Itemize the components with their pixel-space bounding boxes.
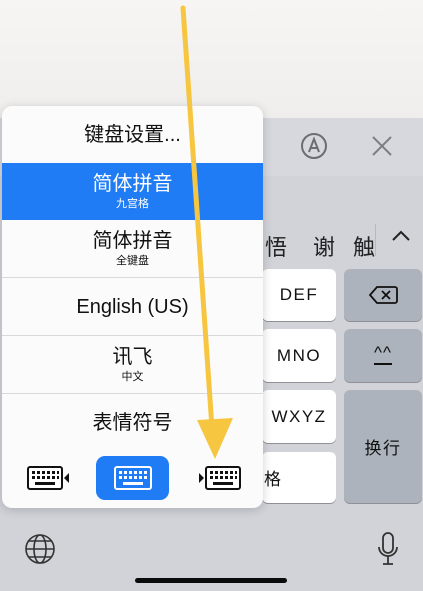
candidate-1[interactable]: 悟: [265, 230, 287, 262]
a-circle-icon[interactable]: [300, 132, 328, 167]
menu-item-xunfei[interactable]: 讯飞 中文: [2, 336, 263, 393]
keyboard-full-button[interactable]: [96, 456, 169, 500]
microphone-icon[interactable]: [376, 531, 400, 572]
menu-item-english[interactable]: English (US): [2, 278, 263, 335]
key-ge[interactable]: 格: [262, 452, 336, 503]
key-mno-label: MNO: [276, 345, 322, 365]
menu-item-pinyin-9key[interactable]: 简体拼音 九宫格: [2, 163, 263, 220]
menu-settings-label: 键盘设置...: [84, 123, 181, 146]
enter-key-label: 换行: [364, 439, 402, 458]
menu-pinyin-full-label: 简体拼音: [92, 230, 173, 252]
key-smiley-label: ^^: [374, 343, 392, 363]
menu-pinyin-9-sub: 九宫格: [116, 198, 149, 210]
key-wxyz-label: WXYZ: [271, 406, 327, 426]
menu-item-emoji[interactable]: 表情符号: [2, 394, 263, 451]
key-wxyz[interactable]: WXYZ: [262, 390, 336, 443]
keyboard-left-icon: [27, 466, 69, 490]
menu-english-label: English (US): [76, 295, 189, 318]
menu-pinyin-full-sub: 全键盘: [116, 255, 149, 267]
globe-icon[interactable]: [24, 533, 56, 570]
delete-icon: [368, 286, 398, 304]
candidate-divider: [375, 224, 376, 256]
key-def-label: DEF: [279, 285, 319, 304]
candidate-3[interactable]: 触: [353, 230, 375, 262]
menu-item-settings[interactable]: 键盘设置...: [2, 106, 263, 163]
close-icon[interactable]: [370, 134, 394, 165]
enter-key[interactable]: 换行: [344, 390, 422, 503]
keyboard-full-icon: [113, 466, 152, 490]
menu-xunfei-label: 讯飞: [112, 346, 153, 368]
menu-pinyin-9-label: 简体拼音: [92, 173, 173, 195]
key-smiley[interactable]: ^^: [344, 329, 422, 382]
smiley-underline: [374, 363, 392, 365]
home-indicator: [135, 578, 287, 583]
app-background: [0, 0, 423, 118]
menu-item-pinyin-full[interactable]: 简体拼音 全键盘: [2, 220, 263, 277]
key-mno[interactable]: MNO: [262, 329, 336, 382]
keyboard-switch-menu: 键盘设置... 简体拼音 九宫格 简体拼音 全键盘 English (US) 讯…: [2, 106, 263, 508]
keyboard-left-button[interactable]: [22, 456, 76, 500]
keyboard-right-icon: [199, 466, 241, 490]
delete-key[interactable]: [344, 269, 422, 321]
candidate-2[interactable]: 谢: [313, 230, 335, 262]
key-def[interactable]: DEF: [262, 269, 336, 321]
chevron-up-icon[interactable]: [390, 228, 412, 249]
menu-xunfei-sub: 中文: [121, 371, 144, 383]
key-ge-label: 格: [264, 470, 283, 489]
keyboard-right-button[interactable]: [192, 456, 246, 500]
menu-emoji-label: 表情符号: [92, 411, 173, 434]
